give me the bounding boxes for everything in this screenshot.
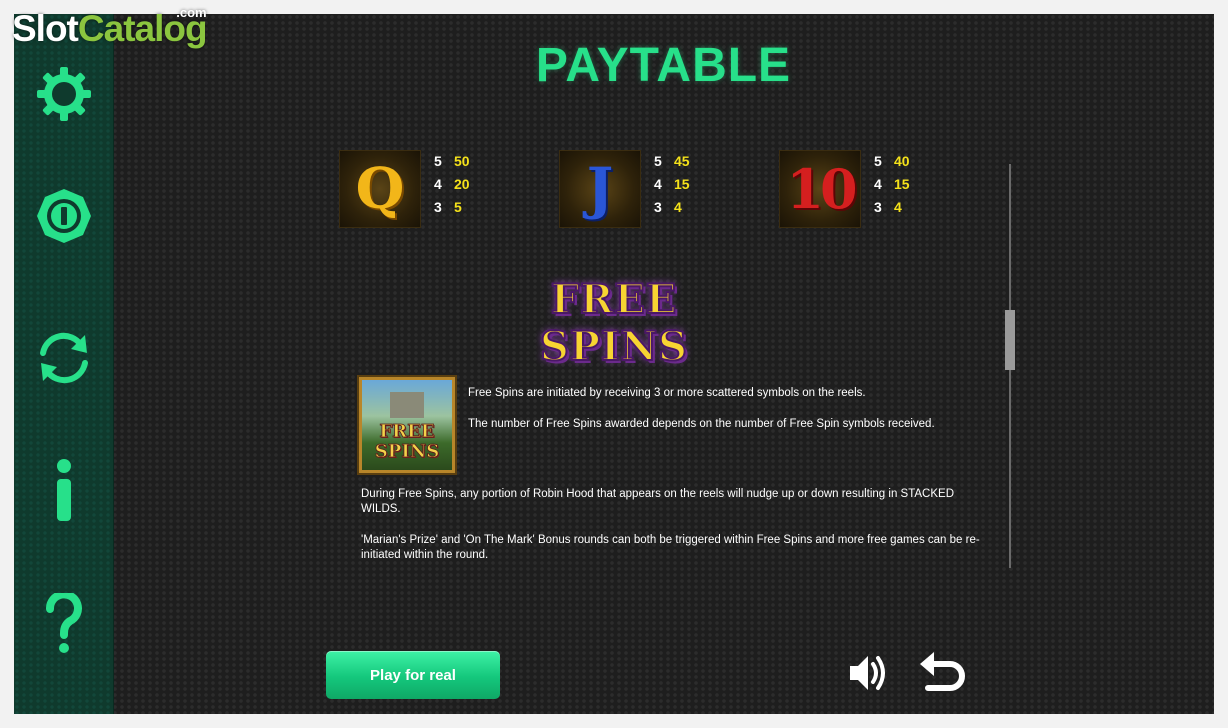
symbol-q-glyph: Q	[355, 156, 405, 222]
free-spins-text-3: During Free Spins, any portion of Robin …	[361, 488, 955, 515]
pay-row: 5 45	[654, 153, 690, 169]
pay-row: 5 50	[434, 153, 470, 169]
free-spins-text-1: Free Spins are initiated by receiving 3 …	[468, 387, 866, 399]
pay-row: 5 40	[874, 153, 910, 169]
free-spins-symbol-text: FREE SPINS	[374, 421, 440, 462]
page-title: PAYTABLE	[535, 39, 792, 92]
bet-button[interactable]	[14, 176, 113, 256]
play-for-real-button[interactable]: Play for real	[326, 651, 500, 699]
symbol-10-glyph: 10	[786, 157, 857, 221]
free-spins-symbol: FREE SPINS	[359, 377, 455, 473]
castle-icon	[390, 392, 424, 418]
settings-button[interactable]	[14, 54, 113, 134]
paytable-10: 5 40 4 15 34	[874, 150, 910, 219]
free-spins-logo: FREE SPINS	[539, 275, 689, 371]
pay-row: 4 15	[654, 176, 690, 192]
symbol-j-glyph: J	[586, 156, 614, 222]
back-arrow-icon	[920, 652, 965, 691]
question-icon	[45, 593, 82, 653]
pay-row: 34	[874, 199, 902, 215]
gear-icon	[36, 67, 91, 121]
sidebar	[14, 14, 114, 714]
back-button[interactable]	[916, 650, 968, 696]
autoplay-button[interactable]	[14, 318, 113, 398]
info-button[interactable]	[14, 450, 113, 530]
coin-icon	[36, 189, 91, 243]
paytable-j: 5 45 4 15 34	[654, 150, 690, 219]
sound-button[interactable]	[846, 650, 892, 696]
speaker-icon	[850, 656, 885, 690]
info-icon	[56, 459, 71, 521]
slotcatalog-watermark: SlotCatalog .com	[12, 5, 208, 49]
scroll-thumb[interactable]	[1005, 310, 1015, 370]
symbol-10: 10	[779, 150, 861, 228]
help-button[interactable]	[14, 584, 113, 664]
pay-row: 35	[434, 199, 462, 215]
game-frame: PAYTABLE Q 5 50 4 20 35 J 5 45 4 15 34 10 54…	[14, 14, 1214, 714]
pay-row: 4 20	[434, 176, 470, 192]
pay-row: 34	[654, 199, 682, 215]
symbol-q: Q	[339, 150, 421, 228]
free-spins-text-4: 'Marian's Prize' and 'On The Mark' Bonus…	[361, 534, 980, 561]
pay-row: 4 15	[874, 176, 910, 192]
free-spins-text-2: The number of Free Spins awarded depends…	[468, 418, 935, 430]
refresh-icon	[39, 332, 88, 384]
symbol-j: J	[559, 150, 641, 228]
paytable-q: 5 50 4 20 35	[434, 150, 470, 219]
